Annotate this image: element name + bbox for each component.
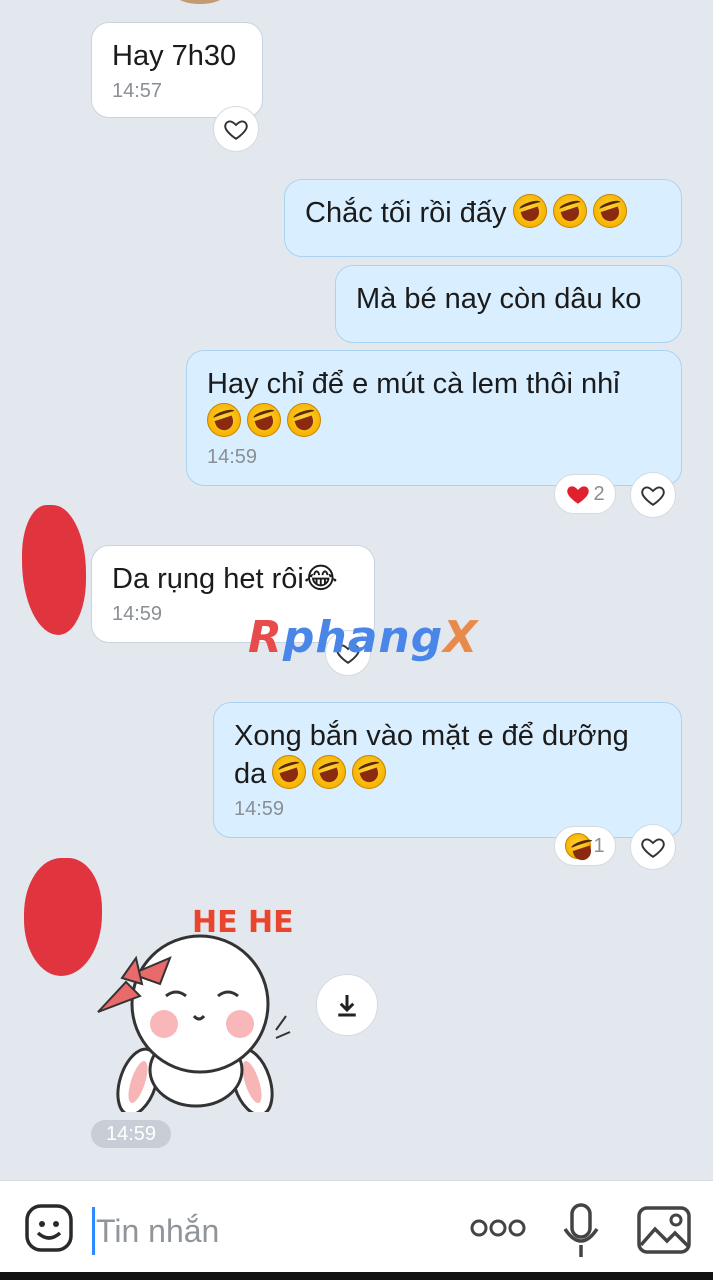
sticker-message[interactable]: HE HE [92, 892, 302, 1117]
laughing-emoji-icon [312, 755, 347, 789]
reaction-summary[interactable]: 2 [554, 474, 616, 514]
message-input[interactable]: Tin nhắn [96, 1211, 219, 1251]
laughing-emoji-icon [565, 833, 592, 859]
message-bubble-outgoing[interactable]: Mà bé nay còn dâu ko [335, 265, 682, 343]
message-bubble-incoming[interactable]: Hay 7h30 14:57 [91, 22, 263, 118]
text-cursor [92, 1207, 95, 1255]
chat-area[interactable]: Hay 7h30 14:57 Chắc tối rồi đấy Mà bé na… [0, 0, 713, 1180]
laughing-emoji-icon [287, 403, 321, 437]
heart-outline-icon [224, 120, 248, 140]
laughing-emoji-icon [552, 194, 587, 228]
system-nav-bar [0, 1272, 713, 1280]
laughing-emoji-icon [247, 403, 281, 437]
message-time: 14:59 [234, 798, 285, 820]
like-button[interactable] [213, 106, 259, 152]
like-button[interactable] [630, 472, 676, 518]
reaction-count: 1 [593, 834, 605, 857]
avatar[interactable] [176, 0, 224, 4]
laughing-emoji-icon [592, 194, 627, 228]
emoji-picker-icon[interactable] [24, 1203, 74, 1253]
more-options-icon[interactable] [470, 1213, 526, 1243]
laughing-emoji-icon [272, 755, 307, 789]
message-bubble-outgoing[interactable]: Hay chỉ để e mút cà lem thôi nhỉ 14:59 [186, 350, 682, 486]
watermark-logo: RphangX [248, 612, 479, 663]
image-gallery-icon[interactable] [636, 1205, 692, 1255]
message-text: Mà bé nay còn dâu ko [356, 283, 642, 315]
heart-outline-icon [641, 838, 665, 858]
message-time: 14:59 [207, 446, 258, 468]
message-composer: Tin nhắn [0, 1180, 713, 1280]
heart-outline-icon [641, 486, 665, 506]
message-text: Hay chỉ để e mút cà lem thôi nhỉ [207, 368, 620, 400]
message-text: Chắc tối rồi đấy [305, 197, 507, 229]
message-text: Hay 7h30 [112, 40, 237, 72]
heart-filled-icon [567, 486, 590, 504]
reaction-summary[interactable]: 1 [554, 826, 616, 866]
reaction-count: 2 [593, 482, 605, 505]
download-button[interactable] [316, 974, 378, 1036]
laughing-emoji-icon [352, 755, 387, 789]
message-time: 14:57 [112, 80, 163, 102]
laughing-emoji-icon [207, 403, 241, 437]
message-bubble-outgoing[interactable]: Xong bắn vào mặt e để dưỡng da 14:59 [213, 702, 682, 838]
like-button[interactable] [630, 824, 676, 870]
avatar[interactable] [22, 505, 86, 635]
sticker-caption: HE HE [192, 905, 294, 940]
microphone-icon[interactable] [560, 1203, 602, 1259]
avatar[interactable] [24, 858, 102, 976]
download-icon [338, 995, 356, 1017]
message-text: Da rụng het rôi😂 [112, 563, 338, 595]
bunny-sticker-icon: HE HE [97, 905, 294, 1117]
message-bubble-outgoing[interactable]: Chắc tối rồi đấy [284, 179, 682, 257]
laughing-emoji-icon [512, 194, 547, 228]
sticker-time: 14:59 [91, 1120, 171, 1148]
